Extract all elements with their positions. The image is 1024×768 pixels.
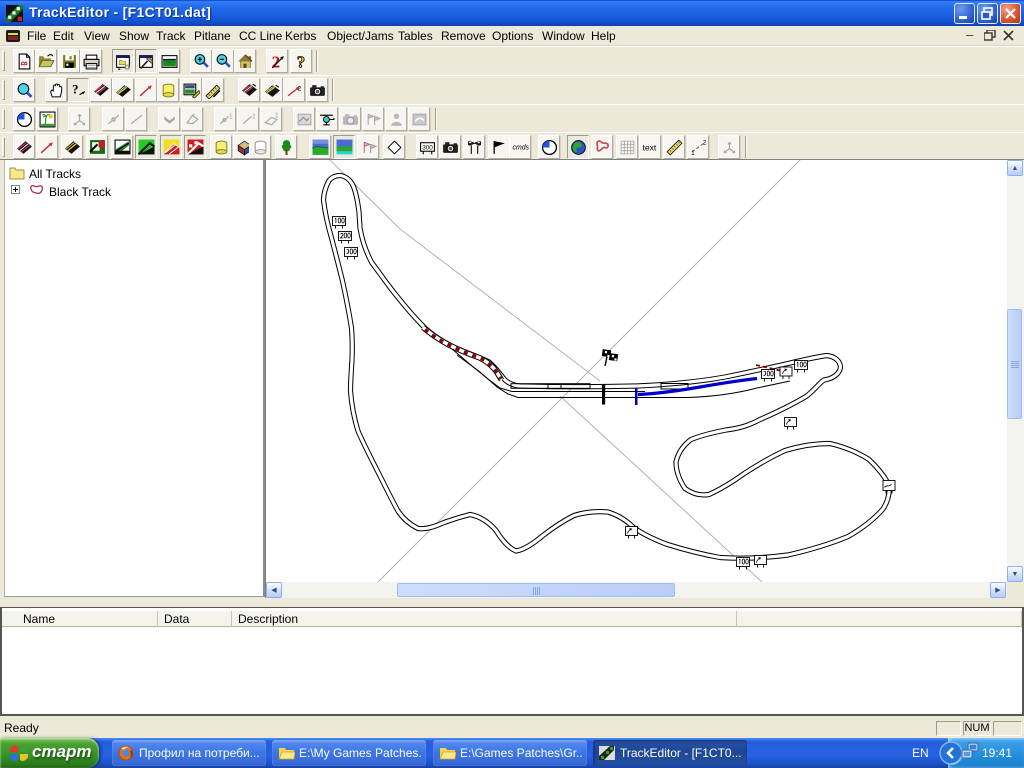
svg-text:2: 2 <box>298 86 302 93</box>
svg-text:1: 1 <box>275 111 279 119</box>
svg-text:2: 2 <box>703 139 707 146</box>
svg-text:300: 300 <box>422 145 433 152</box>
svg-text:1: 1 <box>691 150 695 156</box>
svg-text:?: ? <box>297 53 306 70</box>
svg-text:cmds: cmds <box>513 145 529 152</box>
svg-text:text: text <box>643 143 657 153</box>
svg-text:?: ? <box>72 83 78 97</box>
svg-text:1: 1 <box>252 111 256 120</box>
svg-text:1: 1 <box>229 111 233 120</box>
